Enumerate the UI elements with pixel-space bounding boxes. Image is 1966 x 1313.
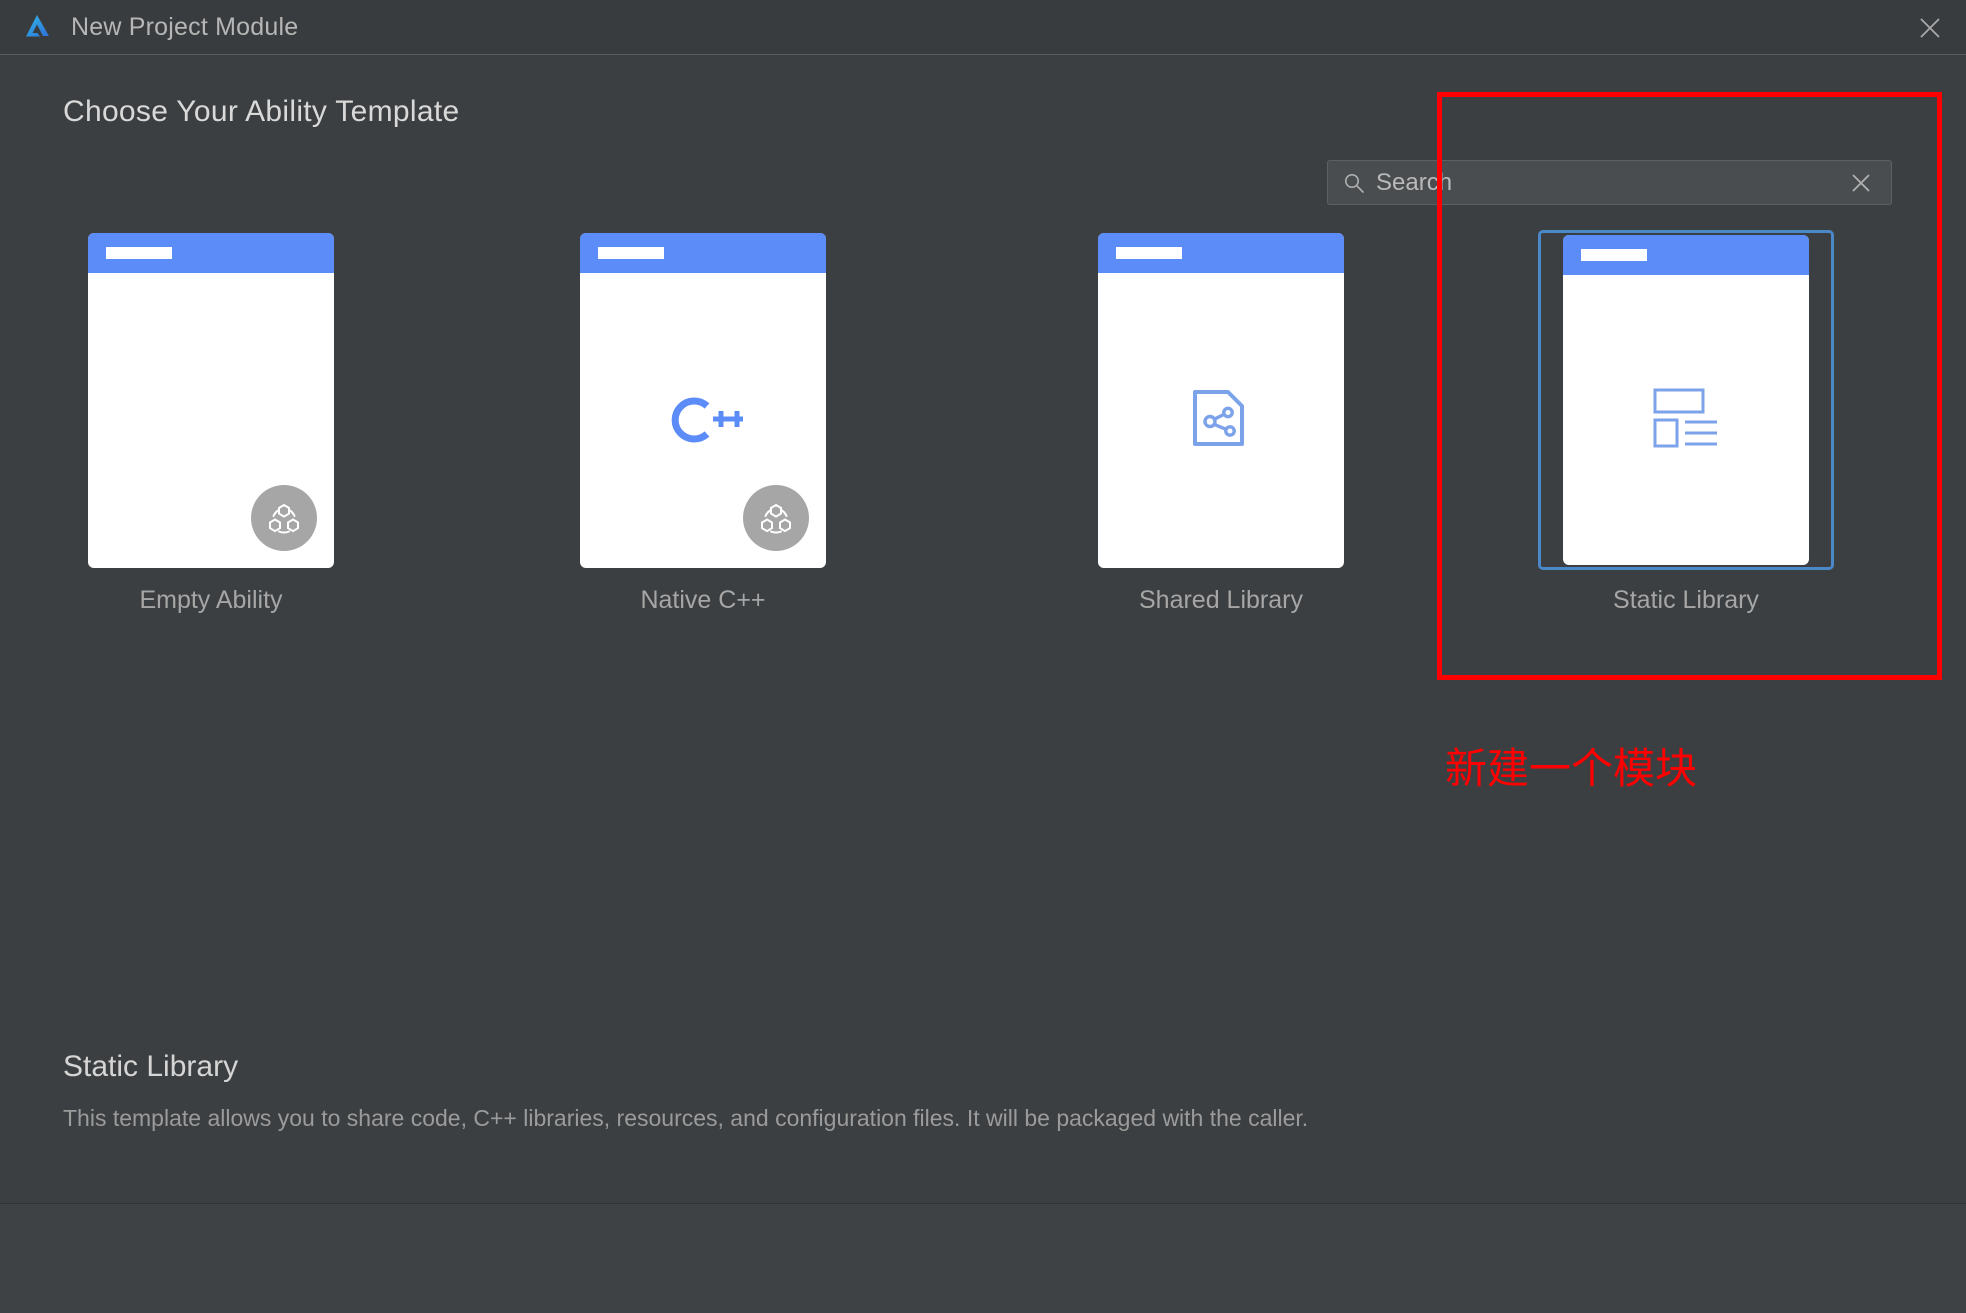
search-input[interactable] <box>1376 168 1841 197</box>
cpp-logo-icon <box>663 392 745 448</box>
harmony-ability-badge-icon <box>251 484 317 551</box>
template-card-frame-selected <box>1538 230 1834 570</box>
footer: Cancel Previous Next <box>0 1204 1966 1313</box>
shared-document-icon <box>1190 387 1252 454</box>
annotation-text: 新建一个模块 <box>1445 744 1698 793</box>
template-preview <box>1098 232 1344 568</box>
page-title: Choose Your Ability Template <box>63 95 460 128</box>
close-icon[interactable] <box>1912 10 1948 46</box>
titlebar: New Project Module <box>0 0 1966 55</box>
deveco-studio-logo-icon <box>22 12 52 42</box>
preview-header <box>88 232 334 273</box>
preview-header <box>1563 235 1809 275</box>
new-project-module-dialog: New Project Module Choose Your Ability T… <box>0 0 1966 1313</box>
template-preview <box>1563 235 1809 565</box>
template-grid: Empty Ability Native C++ Shared Library … <box>63 230 1903 630</box>
search-box[interactable] <box>1327 160 1892 205</box>
window-title: New Project Module <box>71 12 299 41</box>
template-label: Native C++ <box>640 586 766 614</box>
harmony-ability-badge-icon <box>743 484 809 551</box>
preview-header <box>580 232 826 273</box>
preview-titlebar-stub <box>598 246 664 259</box>
template-label: Shared Library <box>1139 586 1303 614</box>
static-layout-icon <box>1653 388 1719 453</box>
description-title: Static Library <box>63 1050 239 1083</box>
template-label: Empty Ability <box>139 586 283 614</box>
template-card-native-cpp[interactable]: Native C++ <box>555 230 851 615</box>
preview-titlebar-stub <box>1581 249 1647 261</box>
preview-body <box>1563 275 1809 565</box>
preview-body <box>580 273 826 568</box>
preview-header <box>1098 232 1344 273</box>
template-preview <box>580 232 826 568</box>
template-card-empty-ability[interactable]: Empty Ability <box>63 230 359 615</box>
template-card-frame <box>1073 230 1369 570</box>
preview-body <box>1098 273 1344 568</box>
preview-titlebar-stub <box>1116 246 1182 259</box>
template-card-frame <box>63 230 359 570</box>
preview-titlebar-stub <box>106 246 172 259</box>
description-body: This template allows you to share code, … <box>63 1105 1309 1131</box>
template-card-frame <box>555 230 851 570</box>
search-icon <box>1343 172 1365 194</box>
clear-search-icon[interactable] <box>1841 163 1881 203</box>
preview-body <box>88 273 334 568</box>
template-preview <box>88 232 334 568</box>
template-card-static-library[interactable]: Static Library <box>1538 230 1834 615</box>
template-label: Static Library <box>1613 586 1759 614</box>
template-card-shared-library[interactable]: Shared Library <box>1073 230 1369 615</box>
